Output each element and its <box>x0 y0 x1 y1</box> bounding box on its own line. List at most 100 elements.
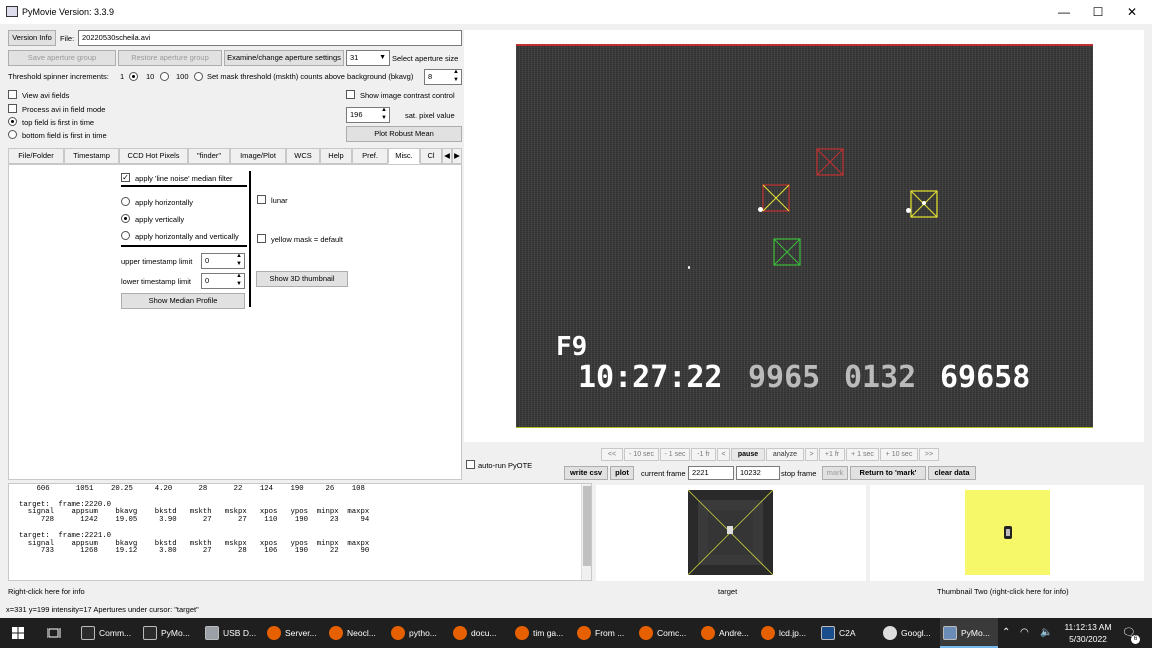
pause-button[interactable]: pause <box>731 448 765 461</box>
show-contrast-checkbox[interactable] <box>346 90 355 99</box>
autorun-pyote-checkbox[interactable] <box>466 460 475 469</box>
examine-aperture-settings-button[interactable]: Examine/change aperture settings <box>224 50 344 66</box>
line-noise-filter-checkbox[interactable]: ✓ <box>121 173 130 182</box>
thumbnail-one[interactable] <box>596 485 866 581</box>
apply-vertically-radio[interactable] <box>121 214 130 223</box>
taskbar-item[interactable]: docu... <box>450 618 508 648</box>
taskbar-item-label: docu... <box>471 628 497 638</box>
tab-scroll-left-icon[interactable]: ◀ <box>442 148 452 164</box>
top-field-first-radio[interactable] <box>8 117 17 126</box>
sat-pixel-spinner[interactable]: 196 ▲ ▼ <box>346 107 390 123</box>
taskbar-item[interactable]: Andre... <box>698 618 756 648</box>
plus-1-sec-button[interactable]: + 1 sec <box>846 448 879 461</box>
aperture-size-select[interactable]: 31 ▼ <box>346 50 390 66</box>
increment-1-radio[interactable] <box>129 72 138 81</box>
thumbnail-two[interactable] <box>870 485 1144 581</box>
windows-icon <box>12 627 24 639</box>
tab-finder[interactable]: "finder" <box>188 148 230 164</box>
firefox-icon <box>329 626 343 640</box>
tab-wcs[interactable]: WCS <box>286 148 320 164</box>
taskbar-item[interactable]: PyMo... <box>940 618 998 648</box>
tab-timestamp[interactable]: Timestamp <box>64 148 119 164</box>
apply-both-label: apply horizontally and vertically <box>135 232 239 241</box>
plot-button[interactable]: plot <box>610 466 634 480</box>
tab-misc[interactable]: Misc. <box>388 148 420 164</box>
increment-10-radio[interactable] <box>160 72 169 81</box>
first-frame-button[interactable]: << <box>601 448 623 461</box>
minus-1-frame-button[interactable]: -1 fr <box>691 448 716 461</box>
task-view-button[interactable] <box>44 618 64 648</box>
step-forward-button[interactable]: > <box>805 448 818 461</box>
increment-100-radio[interactable] <box>194 72 203 81</box>
taskbar-item[interactable]: From ... <box>574 618 632 648</box>
restore-aperture-group-button[interactable]: Restore aperture group <box>118 50 222 66</box>
volume-icon[interactable]: 🔈 <box>1040 618 1052 648</box>
taskbar-item[interactable]: PyMo... <box>140 618 198 648</box>
apply-both-radio[interactable] <box>121 231 130 240</box>
lunar-checkbox[interactable] <box>257 195 266 204</box>
tab-file-folder[interactable]: File/Folder <box>8 148 64 164</box>
tab-help[interactable]: Help <box>320 148 352 164</box>
show-median-profile-button[interactable]: Show Median Profile <box>121 293 245 309</box>
save-aperture-group-button[interactable]: Save aperture group <box>8 50 116 66</box>
vertical-scrollbar[interactable] <box>581 484 591 580</box>
stop-frame-field[interactable]: 10232 <box>736 466 780 480</box>
apply-horizontally-radio[interactable] <box>121 197 130 206</box>
analyze-button[interactable]: analyze <box>766 448 804 461</box>
clear-data-button[interactable]: clear data <box>928 466 976 480</box>
show-3d-thumbnail-button[interactable]: Show 3D thumbnail <box>256 271 348 287</box>
taskbar-item[interactable]: Neocl... <box>326 618 384 648</box>
plus-1-frame-button[interactable]: +1 fr <box>819 448 845 461</box>
plus-10-sec-button[interactable]: + 10 sec <box>880 448 918 461</box>
mark-button[interactable]: mark <box>822 466 848 480</box>
taskbar-item[interactable]: C2A <box>818 618 876 648</box>
scrollbar-thumb[interactable] <box>583 486 591 566</box>
minimize-button[interactable]: — <box>1046 0 1082 24</box>
return-to-mark-button[interactable]: Return to 'mark' <box>850 466 926 480</box>
write-csv-button[interactable]: write csv <box>564 466 608 480</box>
view-avi-fields-checkbox[interactable] <box>8 90 17 99</box>
file-field[interactable]: 20220530scheila.avi <box>78 30 462 46</box>
taskbar-item[interactable]: lcd.jp... <box>758 618 816 648</box>
lower-timestamp-spinner[interactable]: 0 ▲ ▼ <box>201 273 245 289</box>
minus-10-sec-button[interactable]: - 10 sec <box>624 448 659 461</box>
close-button[interactable]: ✕ <box>1114 0 1150 24</box>
taskbar-item[interactable]: Comc... <box>636 618 694 648</box>
version-info-button[interactable]: Version Info <box>8 30 56 46</box>
window-title: PyMovie Version: 3.3.9 <box>22 7 115 17</box>
minus-1-sec-button[interactable]: - 1 sec <box>660 448 690 461</box>
target-aperture[interactable] <box>762 184 790 212</box>
mask-threshold-spinner[interactable]: 8 ▲ ▼ <box>424 69 462 85</box>
counter-overlay-3: 69658 <box>940 360 1031 395</box>
yellow-mask-checkbox[interactable] <box>257 234 266 243</box>
plot-robust-mean-button[interactable]: Plot Robust Mean <box>346 126 462 142</box>
video-frame[interactable]: F9 10:27:22 9965 0132 69658 <box>516 44 1093 428</box>
maximize-button[interactable]: ☐ <box>1080 0 1116 24</box>
thumbnail-two-caption: Thumbnail Two (right-click here for info… <box>937 587 1069 596</box>
taskbar-item[interactable]: USB D... <box>202 618 260 648</box>
tab-pref[interactable]: Pref. <box>352 148 388 164</box>
tab-scroll-right-icon[interactable]: ▶ <box>452 148 462 164</box>
bottom-field-first-radio[interactable] <box>8 130 17 139</box>
tab-ccd-hot-pixels[interactable]: CCD Hot Pixels <box>119 148 188 164</box>
upper-timestamp-spinner[interactable]: 0 ▲ ▼ <box>201 253 245 269</box>
wifi-icon[interactable]: ◠ <box>1020 618 1029 648</box>
tab-cl[interactable]: Cl <box>420 148 442 164</box>
start-button[interactable] <box>8 618 30 648</box>
clock[interactable]: 11:12:13 AM 5/30/2022 <box>1058 621 1118 645</box>
text-output-area[interactable]: 606 1051 20.25 4.20 28 22 124 190 26 108… <box>8 483 592 581</box>
step-back-button[interactable]: < <box>717 448 730 461</box>
chevron-up-icon[interactable]: ⌃ <box>1002 618 1010 648</box>
taskbar-item[interactable]: Comm... <box>78 618 136 648</box>
last-frame-button[interactable]: >> <box>919 448 939 461</box>
green-aperture[interactable] <box>773 238 801 266</box>
taskbar-item[interactable]: pytho... <box>388 618 446 648</box>
tab-image-plot[interactable]: Image/Plot <box>230 148 286 164</box>
taskbar-item[interactable]: Server... <box>264 618 322 648</box>
red-aperture[interactable] <box>816 148 844 176</box>
taskbar-item[interactable]: Googl... <box>880 618 938 648</box>
taskbar-item[interactable]: tim ga... <box>512 618 570 648</box>
terminal-icon <box>81 626 95 640</box>
current-frame-field[interactable]: 2221 <box>688 466 734 480</box>
field-mode-checkbox[interactable] <box>8 104 17 113</box>
